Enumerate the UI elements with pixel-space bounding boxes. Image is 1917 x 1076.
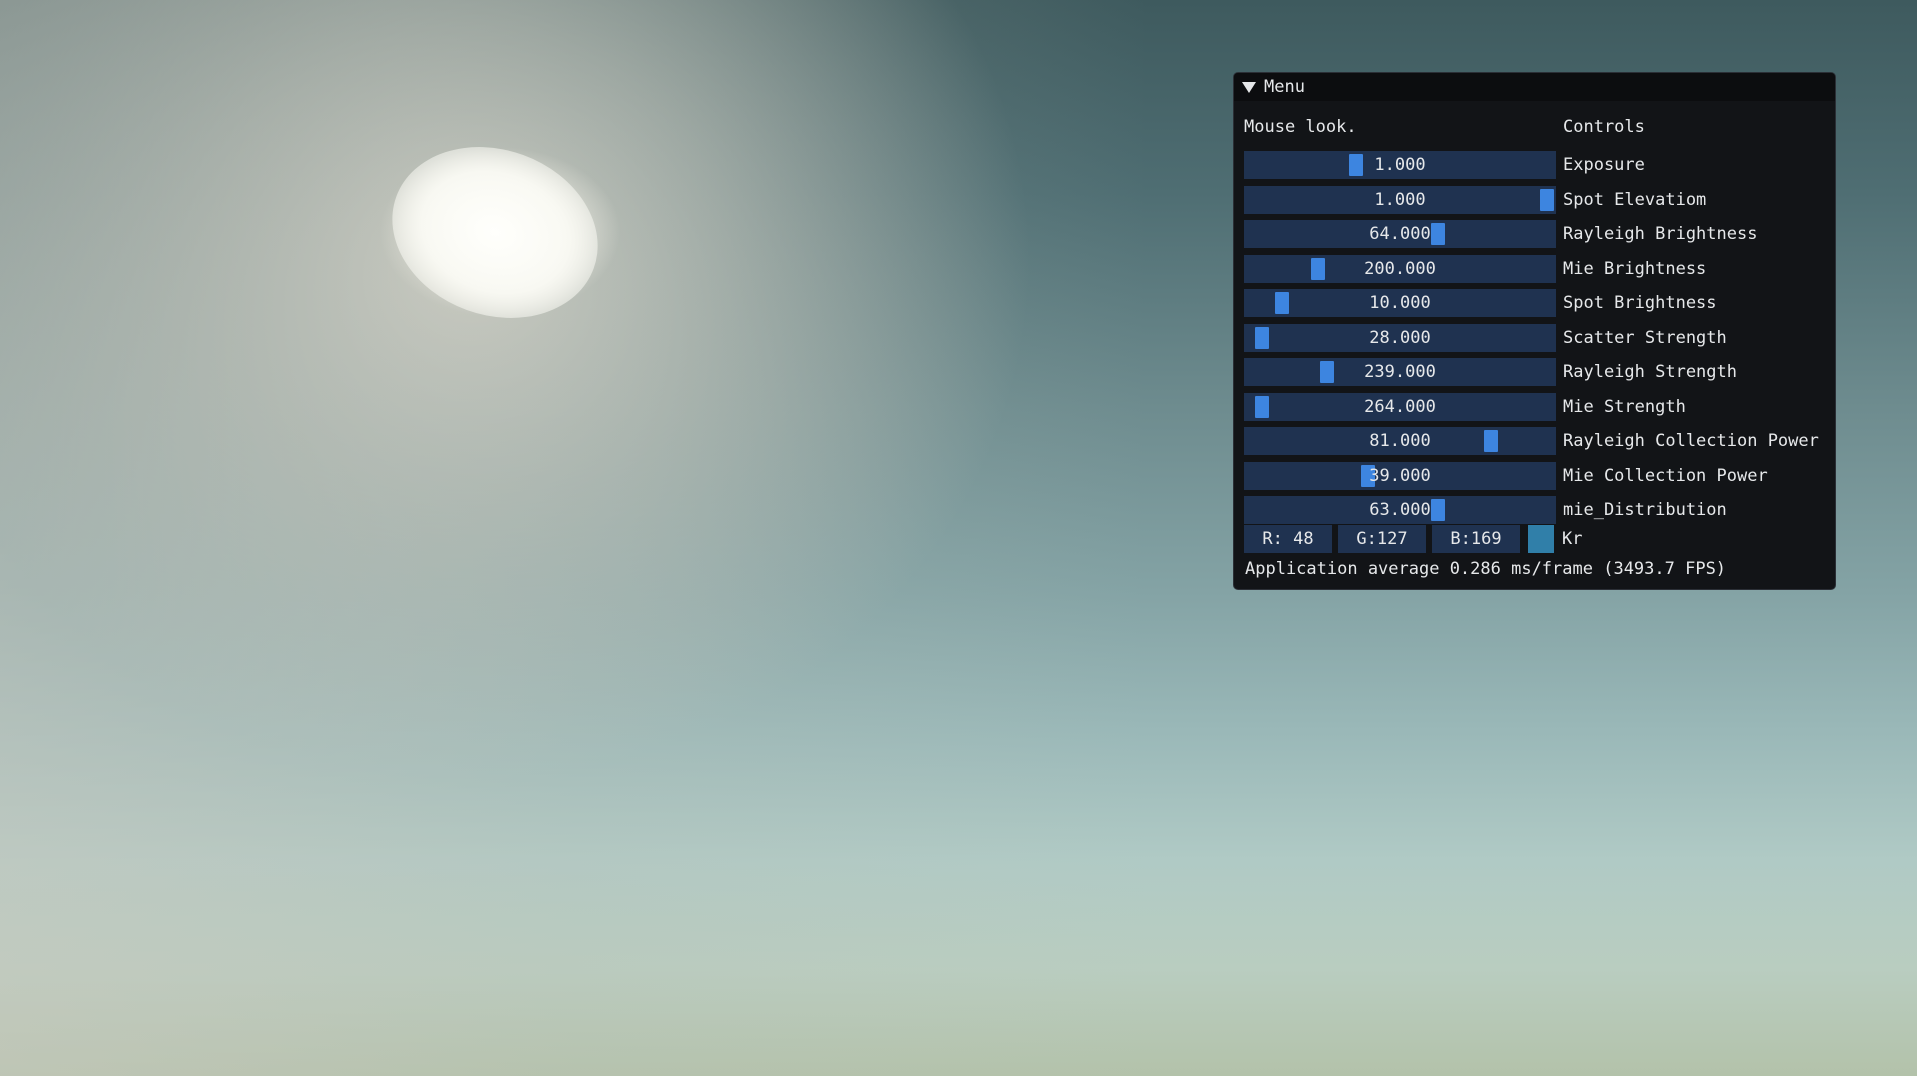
color-r-field[interactable]: R: 48: [1244, 525, 1332, 553]
slider-value: 28.000: [1369, 327, 1431, 348]
slider-label: Exposure: [1563, 155, 1645, 175]
slider-value: 39.000: [1369, 465, 1431, 486]
slider-input[interactable]: 39.000: [1244, 461, 1556, 490]
kr-color-row: R: 48 G:127 B:169 Kr: [1244, 525, 1582, 553]
slider-input[interactable]: 264.000: [1244, 392, 1556, 421]
slider-value: 81.000: [1369, 431, 1431, 451]
slider-input[interactable]: 239.000: [1244, 358, 1556, 386]
slider-label: Mie Collection Power: [1563, 465, 1768, 486]
menu-title-bar[interactable]: Menu: [1234, 73, 1835, 101]
slider-row: 81.000 Rayleigh Collection Power: [1244, 427, 1819, 455]
slider-label: Mie Strength: [1563, 396, 1686, 417]
mouse-look-hint: Mouse look.: [1244, 117, 1357, 137]
menu-window[interactable]: Menu Mouse look. Controls 1.000 Exposure 1…: [1233, 72, 1836, 590]
color-b-field[interactable]: B:169: [1432, 525, 1520, 553]
slider-row: 39.000 Mie Collection Power: [1244, 461, 1768, 490]
menu-title: Menu: [1264, 77, 1305, 97]
slider-row: 1.000 Exposure: [1244, 151, 1645, 179]
collapse-arrow-icon[interactable]: [1242, 81, 1256, 93]
color-g-field[interactable]: G:127: [1338, 525, 1426, 553]
slider-input[interactable]: 1.000: [1244, 185, 1556, 214]
slider-input[interactable]: 200.000: [1244, 254, 1556, 283]
slider-label: Rayleigh Collection Power: [1563, 431, 1819, 451]
color-swatch[interactable]: [1528, 525, 1554, 553]
slider-row: 10.000 Spot Brightness: [1244, 289, 1717, 317]
slider-value: 264.000: [1364, 396, 1436, 417]
sun-spot: [368, 119, 622, 346]
fps-status: Application average 0.286 ms/frame (3493…: [1245, 559, 1727, 579]
slider-input[interactable]: 10.000: [1244, 289, 1556, 317]
slider-row: 63.000 mie_Distribution: [1244, 496, 1727, 524]
slider-label: Spot Brightness: [1563, 293, 1717, 313]
slider-row: 28.000 Scatter Strength: [1244, 323, 1727, 352]
slider-input[interactable]: 63.000: [1244, 496, 1556, 524]
slider-row: 200.000 Mie Brightness: [1244, 254, 1706, 283]
slider-label: Spot Elevatiom: [1563, 189, 1707, 210]
slider-row: 239.000 Rayleigh Strength: [1244, 358, 1737, 386]
slider-label: Mie Brightness: [1563, 258, 1707, 279]
slider-value: 1.000: [1374, 189, 1426, 210]
slider-input[interactable]: 28.000: [1244, 323, 1556, 352]
slider-row: 1.000 Spot Elevatiom: [1244, 185, 1706, 214]
slider-value: 1.000: [1374, 155, 1426, 175]
slider-input[interactable]: 1.000: [1244, 151, 1556, 179]
slider-value: 10.000: [1369, 293, 1431, 313]
slider-value: 200.000: [1364, 258, 1436, 279]
slider-value: 64.000: [1369, 224, 1431, 244]
slider-value: 239.000: [1364, 362, 1436, 382]
slider-label: mie_Distribution: [1563, 500, 1727, 520]
slider-label: Scatter Strength: [1563, 327, 1727, 348]
slider-input[interactable]: 64.000: [1244, 220, 1556, 248]
slider-input[interactable]: 81.000: [1244, 427, 1556, 455]
slider-row: 64.000 Rayleigh Brightness: [1244, 220, 1757, 248]
slider-label: Rayleigh Strength: [1563, 362, 1737, 382]
controls-header: Controls: [1563, 117, 1645, 137]
slider-label: Rayleigh Brightness: [1563, 224, 1758, 244]
slider-row: 264.000 Mie Strength: [1244, 392, 1686, 421]
kr-label: Kr: [1562, 529, 1583, 549]
slider-value: 63.000: [1369, 500, 1431, 520]
